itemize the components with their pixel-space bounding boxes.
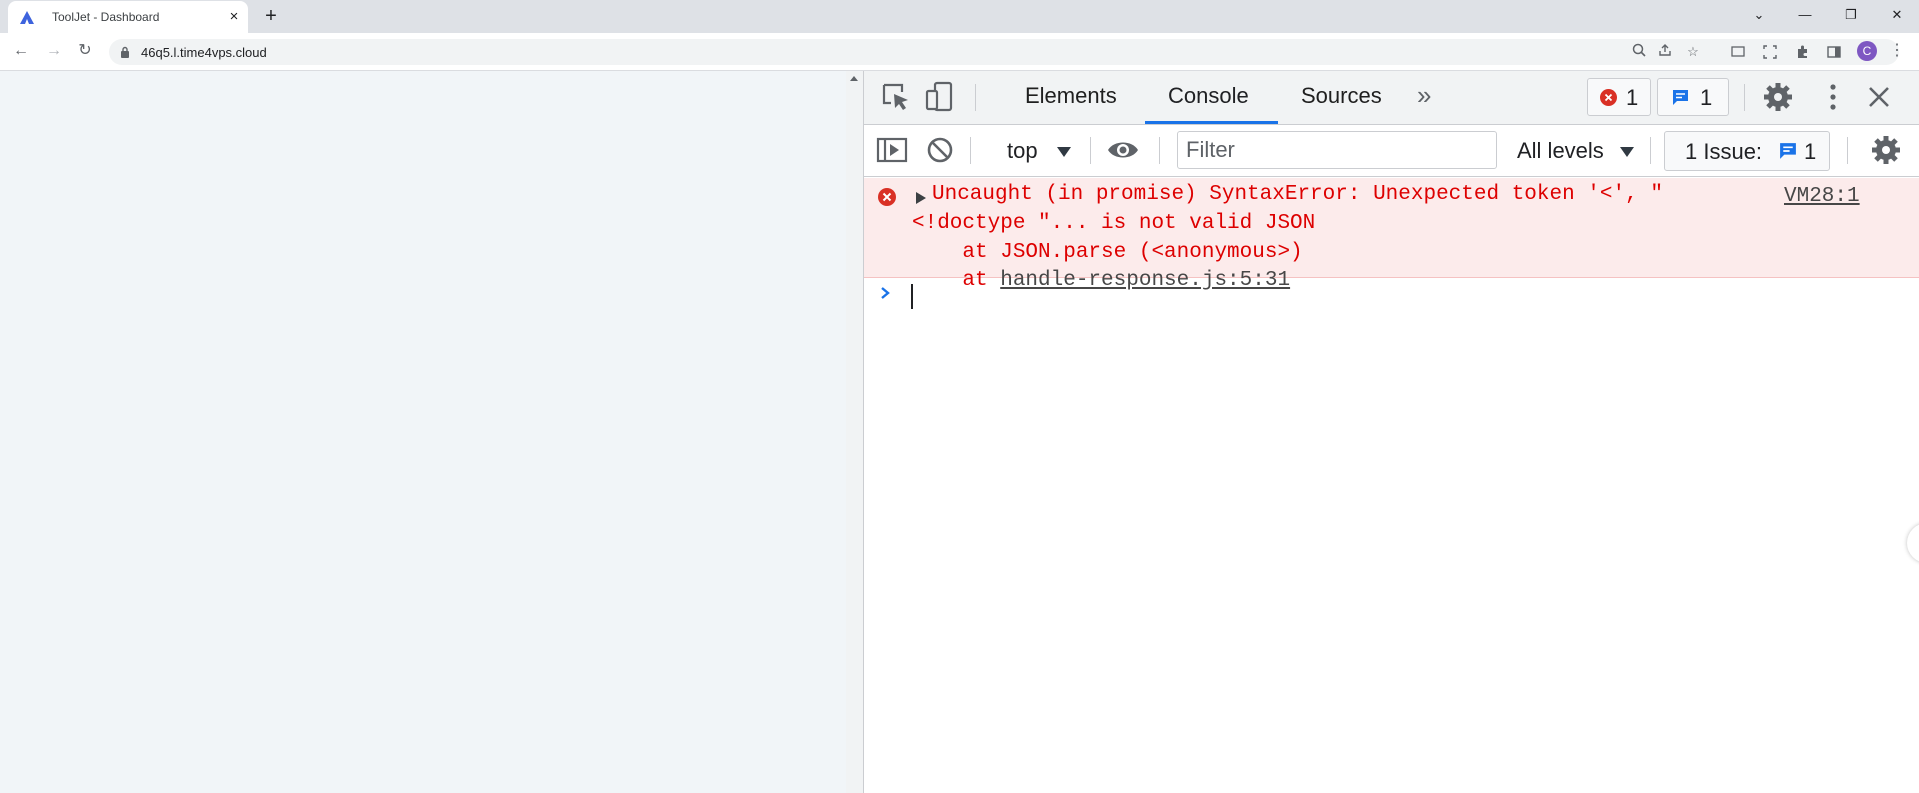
issues-button[interactable]: 1 Issue: 1 [1664,131,1830,171]
issues-label: 1 Issue: [1685,139,1763,164]
screenshot-icon[interactable] [1761,45,1779,63]
message-counter[interactable]: 1 [1657,78,1729,116]
lock-icon[interactable] [120,46,130,58]
close-devtools-icon[interactable] [1862,80,1896,114]
share-icon[interactable] [1656,43,1674,61]
side-panel-icon[interactable] [1825,45,1843,63]
error-icon [1600,89,1617,106]
toolbar-divider [1650,137,1651,164]
live-expression-eye-icon[interactable] [1106,133,1140,167]
error-counter[interactable]: 1 [1587,78,1651,116]
reload-icon[interactable]: ↻ [74,40,96,62]
toolbar-divider [975,84,976,111]
devtools-menu-icon[interactable] [1816,80,1850,114]
zoom-icon[interactable] [1630,43,1648,61]
profile-avatar[interactable]: C [1857,41,1877,61]
console-prompt[interactable] [864,277,1919,317]
context-dropdown-icon[interactable] [1057,147,1071,157]
browser-menu-icon[interactable]: ⋮ [1888,40,1906,62]
tab-title: ToolJet - Dashboard [52,10,160,24]
tab-close-icon[interactable]: × [226,9,242,25]
message-source-link[interactable]: VM28:1 [1784,185,1860,208]
toolbar-divider [1090,137,1091,164]
devtools-splitter[interactable] [846,71,864,793]
browser-toolbar: ← → ↻ 46q5.l.time4vps.cloud ☆ C ⋮ [0,33,1919,71]
bookmark-star-icon[interactable]: ☆ [1684,43,1702,61]
extensions-icon[interactable] [1793,45,1811,63]
console-error-message[interactable]: Uncaught (in promise) SyntaxError: Unexp… [864,178,1919,292]
console-toolbar: top All levels 1 Issue: 1 [864,125,1919,177]
restore-icon[interactable]: ❐ [1839,3,1863,27]
url-text[interactable]: 46q5.l.time4vps.cloud [141,45,267,60]
more-tabs-icon[interactable]: » [1417,80,1431,111]
stack-frame-1: at JSON.parse (<anonymous>) [912,241,1303,264]
settings-gear-icon[interactable] [1761,80,1795,114]
issue-message-icon [1780,143,1796,159]
toolbar-divider [1847,137,1848,164]
browser-tab[interactable]: ToolJet - Dashboard × [8,1,248,33]
new-tab-button[interactable]: + [259,5,283,29]
clear-console-icon[interactable] [923,133,957,167]
error-count: 1 [1626,85,1639,110]
toolbar-divider [970,137,971,164]
minimize-icon[interactable]: — [1793,3,1817,27]
error-icon [878,188,896,206]
tooljet-logo-icon [20,11,34,24]
log-levels-dropdown[interactable]: All levels [1517,138,1604,164]
tab-console[interactable]: Console [1168,83,1249,109]
context-selector[interactable]: top [1007,138,1038,164]
prompt-chevron-icon [881,287,890,299]
error-text-line2: <!doctype "... is not valid JSON [912,212,1316,235]
address-bar[interactable]: 46q5.l.time4vps.cloud ☆ [109,39,1899,65]
toolbar-divider [1744,84,1745,111]
splitter-arrow-icon [850,76,858,81]
tab-search-icon[interactable]: ⌄ [1747,3,1771,27]
tab-sources[interactable]: Sources [1301,83,1382,109]
window-close-icon[interactable]: ✕ [1885,3,1909,27]
forward-icon[interactable]: → [43,40,65,62]
console-filter-input[interactable] [1177,131,1497,169]
devtools-tabbar: Elements Console Sources » 1 1 [864,71,1919,125]
console-settings-gear-icon[interactable] [1869,133,1903,167]
page-viewport [0,71,846,793]
tab-elements[interactable]: Elements [1025,83,1117,109]
show-sidebar-icon[interactable] [875,133,909,167]
text-cursor [911,284,913,309]
devtools-panel: Elements Console Sources » 1 1 top Filte… [864,71,1919,793]
error-text-line1: Uncaught (in promise) SyntaxError: Unexp… [932,183,1663,206]
back-icon[interactable]: ← [10,40,32,62]
issues-count: 1 [1804,139,1817,164]
message-icon [1673,90,1688,105]
active-tab-indicator [1145,121,1278,124]
expand-triangle-icon[interactable] [916,192,926,204]
toolbar-divider [1159,137,1160,164]
cast-icon[interactable] [1729,45,1747,63]
device-toolbar-icon[interactable] [923,80,957,114]
levels-dropdown-icon[interactable] [1620,147,1634,157]
browser-tabstrip: ToolJet - Dashboard × + ⌄ — ❐ ✕ [0,0,1919,33]
inspect-element-icon[interactable] [879,80,913,114]
message-count: 1 [1700,85,1713,110]
